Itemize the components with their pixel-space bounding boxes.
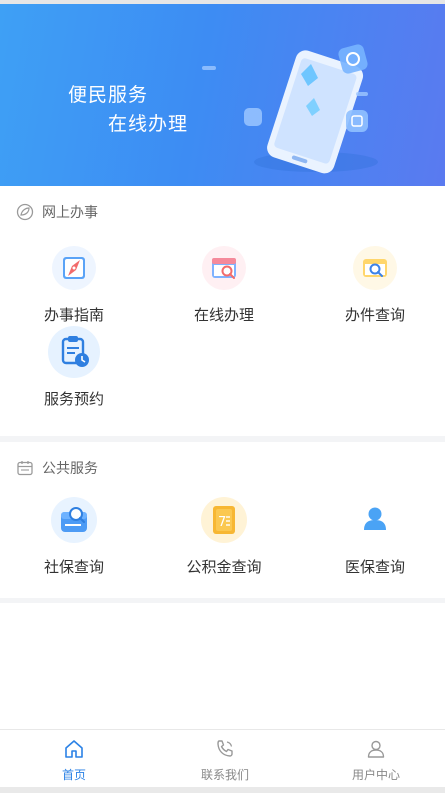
calendar-7-icon: 7 [196, 492, 252, 548]
public-services-header: 公共服务 [16, 458, 98, 478]
compass-icon [46, 240, 102, 296]
public-services-section: 公共服务 社保查询 7 公积金查询 医保查询 [0, 442, 445, 598]
calendar-outline-icon [17, 461, 33, 476]
banner-title-line1: 便民服务 [68, 84, 149, 106]
bottom-tab-bar: 首页 联系我们 用户中心 [0, 729, 445, 788]
tab-user-center[interactable]: 用户中心 [321, 738, 431, 783]
service-medical-insurance[interactable]: 医保查询 [315, 492, 435, 577]
phone-icon [217, 740, 233, 757]
service-case-query[interactable]: 办件查询 [315, 240, 435, 325]
online-affairs-section: 网上办事 办事指南 在线办理 办件查询 服务预约 [0, 186, 445, 436]
service-label: 服务预约 [43, 390, 104, 408]
service-housing-fund[interactable]: 7 公积金查询 [164, 492, 284, 577]
tab-home[interactable]: 首页 [19, 738, 129, 783]
section-divider [0, 598, 445, 603]
phone-illustration [202, 44, 378, 174]
tab-label: 首页 [61, 768, 86, 782]
service-label: 公积金查询 [186, 558, 262, 576]
section-title: 网上办事 [42, 205, 98, 221]
home-icon [65, 740, 83, 758]
service-label: 在线办理 [193, 306, 254, 324]
clipboard-clock-icon [46, 324, 102, 380]
service-label: 医保查询 [344, 558, 405, 576]
service-guide[interactable]: 办事指南 [14, 240, 134, 325]
service-online-handle[interactable]: 在线办理 [164, 240, 284, 325]
service-label: 办件查询 [344, 306, 405, 324]
tab-contact[interactable]: 联系我们 [170, 738, 280, 783]
tab-label: 用户中心 [351, 768, 400, 782]
user-icon [367, 740, 385, 758]
social-security-search-icon [46, 492, 102, 548]
service-label: 办事指南 [43, 306, 104, 324]
service-social-security[interactable]: 社保查询 [14, 492, 134, 577]
section-title: 公共服务 [42, 461, 98, 477]
hero-banner[interactable]: 便民服务 在线办理 [0, 4, 445, 186]
service-appointment[interactable]: 服务预约 [14, 324, 134, 409]
online-affairs-header: 网上办事 [16, 202, 98, 222]
leaf-circle-icon [16, 203, 34, 221]
svg-text:7: 7 [218, 515, 226, 530]
service-label: 社保查询 [43, 558, 104, 576]
tab-label: 联系我们 [200, 768, 249, 782]
person-icon [347, 492, 403, 548]
banner-title-line2: 在线办理 [108, 113, 189, 135]
calendar-search-icon [196, 240, 252, 296]
home-indicator-strip [0, 787, 445, 793]
magnifier-icon [347, 240, 403, 296]
